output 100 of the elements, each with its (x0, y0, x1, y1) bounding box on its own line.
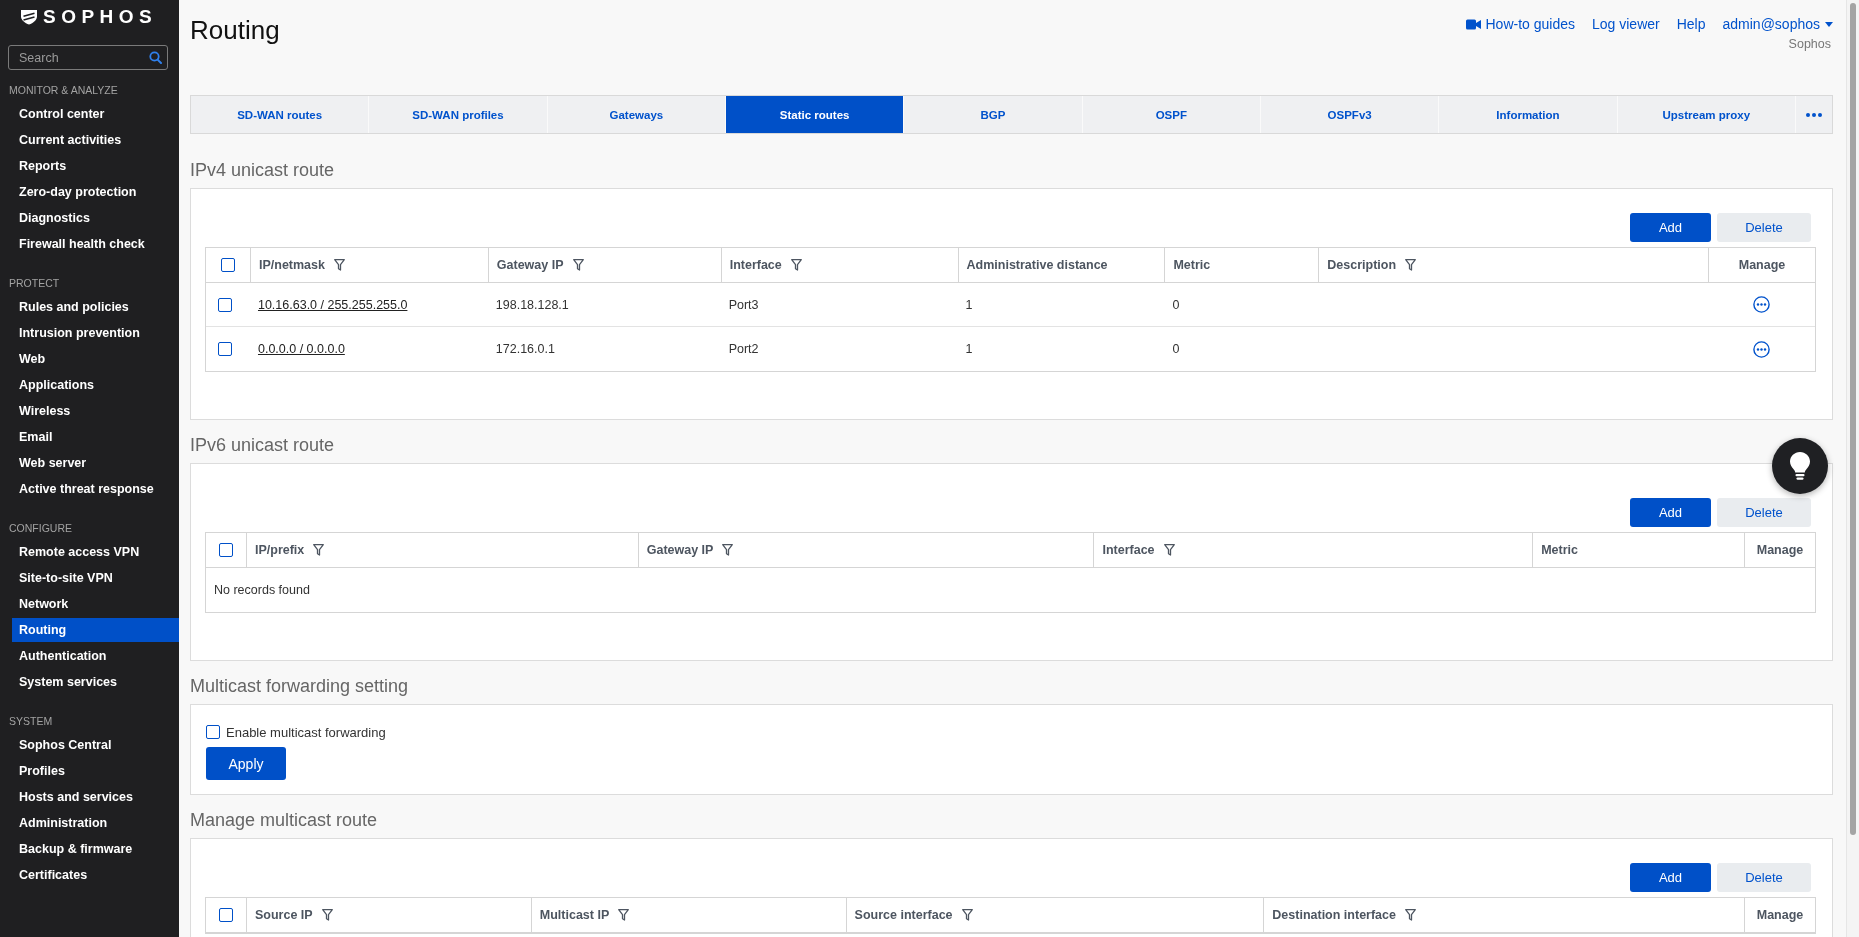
nav-item[interactable]: System services (12, 670, 179, 694)
nav-item[interactable]: Authentication (12, 644, 179, 668)
nav-section-heading: SYSTEM (8, 714, 54, 729)
filter-icon[interactable] (961, 909, 973, 921)
column-header: Manage (1756, 908, 1804, 922)
primary-button[interactable]: Add (1630, 498, 1711, 527)
account-subtitle: Sophos (1788, 36, 1831, 52)
header-link[interactable]: Log viewer (1592, 14, 1660, 34)
nav-item[interactable]: Wireless (12, 399, 179, 423)
filter-icon[interactable] (722, 544, 734, 556)
nav-item[interactable]: Site-to-site VPN (12, 566, 179, 590)
checkbox[interactable] (219, 908, 233, 922)
tab[interactable]: OSPFv3 (1260, 96, 1440, 133)
nav-item[interactable]: Routing (12, 618, 179, 642)
search-field[interactable]: Search (8, 45, 168, 70)
nav-section-heading: MONITOR & ANALYZE (8, 83, 119, 98)
nav-item[interactable]: Intrusion prevention (12, 321, 179, 345)
primary-button[interactable]: Add (1630, 863, 1711, 892)
nav-item[interactable]: Network (12, 592, 179, 616)
table-link[interactable]: 0.0.0.0 / 0.0.0.0 (257, 342, 345, 356)
nav-item[interactable]: Web (12, 347, 179, 371)
filter-icon[interactable] (572, 259, 584, 271)
table-cell: 0 (1172, 342, 1180, 356)
section-title: Multicast forwarding setting (190, 675, 410, 698)
logo-text: SOPHOS (43, 7, 158, 27)
column-header: Description (1327, 258, 1397, 272)
table-cell: Port3 (728, 297, 759, 312)
column-header: Source IP (254, 908, 313, 922)
tab[interactable]: Gateways (547, 96, 726, 133)
nav-item[interactable]: Email (12, 425, 179, 449)
nav-item[interactable]: Applications (12, 373, 179, 397)
secondary-button[interactable]: Delete (1717, 213, 1811, 242)
column-header: Manage (1756, 543, 1804, 557)
filter-icon[interactable] (313, 544, 325, 556)
nav-item[interactable]: Administration (12, 811, 179, 835)
page-title: Routing (190, 14, 280, 46)
more-options-icon[interactable] (1753, 340, 1770, 358)
table-cell: 1 (965, 342, 973, 356)
tab[interactable]: Static routes (726, 96, 905, 133)
tab[interactable]: Upstream proxy (1617, 96, 1796, 133)
filter-icon[interactable] (321, 909, 333, 921)
column-header: Source interface (854, 908, 953, 922)
filter-icon[interactable] (1404, 909, 1416, 921)
nav-item[interactable]: Sophos Central (12, 733, 179, 757)
header-link[interactable]: How-to guides (1465, 14, 1575, 34)
nav-item[interactable]: Remote access VPN (12, 540, 179, 564)
shield-logo-icon (20, 9, 38, 25)
header-link[interactable]: Help (1676, 14, 1706, 34)
tab[interactable]: SD-WAN profiles (369, 96, 548, 133)
empty-table-message: No records found (214, 583, 310, 597)
caret-icon (1825, 21, 1833, 27)
column-header: Interface (1102, 543, 1155, 557)
nav-item[interactable]: Backup & firmware (12, 837, 179, 861)
nav-item[interactable]: Diagnostics (12, 206, 179, 230)
filter-icon[interactable] (1405, 259, 1417, 271)
nav-section-heading: CONFIGURE (8, 521, 73, 536)
checkbox[interactable] (219, 543, 233, 557)
nav-item[interactable]: Control center (12, 102, 179, 126)
table-cell: 1 (965, 297, 973, 312)
more-options-icon[interactable] (1753, 296, 1770, 313)
nav-item[interactable]: Profiles (12, 759, 179, 783)
checkbox[interactable] (218, 297, 233, 312)
column-header: Gateway IP (496, 258, 564, 272)
checkbox[interactable] (221, 258, 235, 272)
column-header: IP/prefix (254, 543, 305, 557)
nav-section-heading: PROTECT (8, 276, 61, 291)
nav-item[interactable]: Active threat response (12, 477, 179, 501)
search-icon[interactable] (149, 51, 162, 64)
column-header: IP/netmask (258, 258, 325, 272)
table-cell: Port2 (728, 342, 759, 356)
column-header: Gateway IP (646, 543, 714, 557)
tab[interactable]: SD-WAN routes (191, 96, 370, 133)
filter-icon[interactable] (334, 259, 345, 271)
nav-item[interactable]: Zero-day protection (12, 180, 179, 204)
scrollbar-thumb[interactable] (1850, 3, 1856, 835)
secondary-button[interactable]: Delete (1717, 863, 1811, 892)
secondary-button[interactable]: Delete (1717, 498, 1811, 527)
filter-icon[interactable] (1163, 544, 1175, 556)
nav-item[interactable]: Firewall health check (12, 232, 179, 256)
tab[interactable]: BGP (904, 96, 1083, 133)
checkbox[interactable] (218, 342, 233, 356)
tab[interactable]: Information (1439, 96, 1618, 133)
nav-item[interactable]: Reports (12, 154, 179, 178)
account-menu[interactable]: admin@sophos (1722, 14, 1833, 34)
column-header: Administrative distance (966, 258, 1108, 272)
video-camera-icon (1465, 18, 1481, 30)
column-header: Multicast IP (539, 908, 610, 922)
nav-item[interactable]: Current activities (12, 128, 179, 152)
primary-button[interactable]: Add (1630, 213, 1711, 242)
table-link[interactable]: 10.16.63.0 / 255.255.255.0 (257, 297, 408, 312)
column-header: Destination interface (1272, 908, 1396, 922)
nav-item[interactable]: Web server (12, 451, 179, 475)
nav-item[interactable]: Hosts and services (12, 785, 179, 809)
filter-icon[interactable] (790, 259, 802, 271)
primary-button[interactable]: Apply (206, 747, 286, 780)
checkbox[interactable] (206, 725, 220, 739)
filter-icon[interactable] (618, 909, 630, 921)
tab[interactable]: OSPF (1082, 96, 1261, 133)
nav-item[interactable]: Certificates (12, 863, 179, 887)
nav-item[interactable]: Rules and policies (12, 295, 179, 319)
